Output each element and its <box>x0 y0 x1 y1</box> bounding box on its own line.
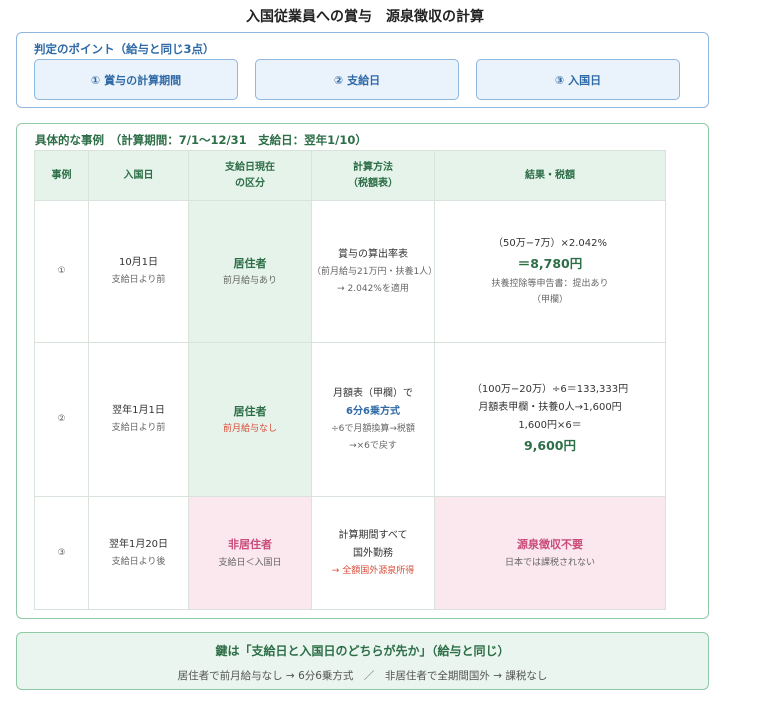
point-payment-date: ② 支給日 <box>255 59 459 100</box>
status-cell: 非居住者 支給日＜入国日 <box>188 496 312 610</box>
entry-date-note: 支給日より前 <box>111 423 166 434</box>
status-note: 前月給与なし <box>222 424 277 435</box>
method-sub1: （前月給与21万円・扶養1人） <box>312 267 438 278</box>
method-emphasis: 6分6乗方式 <box>346 406 400 418</box>
result-value: 源泉徴収不要 <box>517 538 583 551</box>
result-line1: （100万−20万）÷6＝133,333円 <box>471 384 629 396</box>
cases-table: 事例 入国日 支給日現在 の区分 計算方法 （税額表） 結果・税額 ① 10月1… <box>34 150 666 610</box>
status-label: 居住者 <box>233 256 267 270</box>
method-sub2: → 2.042%を適用 <box>337 283 409 294</box>
status-note: 支給日＜入国日 <box>218 557 282 568</box>
status-note: 前月給与あり <box>222 276 277 287</box>
table-row: ③ 翌年1月20日 支給日より後 非居住者 支給日＜入国日 計算期間すべて 国外… <box>34 496 666 610</box>
result-note: 日本では課税されない <box>504 557 595 568</box>
header-method-line2: （税額表） <box>348 177 398 189</box>
status-cell: 居住者 前月給与なし <box>188 342 312 497</box>
entry-date-cell: 10月1日 支給日より前 <box>88 200 189 343</box>
header-method: 計算方法 （税額表） <box>311 150 435 201</box>
entry-date-cell: 翌年1月20日 支給日より後 <box>88 496 189 610</box>
method-cell: 月額表（甲欄）で 6分6乗方式 ÷6で月額換算→税額 →×6で戻す <box>311 342 435 497</box>
result-line3: 1,600円×6＝ <box>518 420 582 432</box>
header-status-line1: 支給日現在 <box>225 161 275 173</box>
header-status-line2: の区分 <box>235 177 265 189</box>
table-row: ① 10月1日 支給日より前 居住者 前月給与あり 賞与の算出率表 （前月給与2… <box>34 200 666 343</box>
result-value: 9,600円 <box>523 438 577 454</box>
result-cell: （100万−20万）÷6＝133,333円 月額表甲欄・扶養0人→1,600円 … <box>434 342 666 497</box>
entry-date-cell: 翌年1月1日 支給日より前 <box>88 342 189 497</box>
key-summary-panel: 鍵は「支給日と入国日のどちらが先か」（給与と同じ） 居住者で前月給与なし → 6… <box>16 632 709 690</box>
entry-date: 10月1日 <box>118 257 159 269</box>
result-cell: 源泉徴収不要 日本では課税されない <box>434 496 666 610</box>
cases-heading: 具体的な事例 （計算期間：7/1〜12/31 支給日：翌年1/10） <box>35 133 367 147</box>
method-main: 計算期間すべて <box>338 529 408 541</box>
method-note: → 全額国外源泉所得 <box>331 565 415 576</box>
method-main2: 国外勤務 <box>353 547 393 559</box>
table-header-row: 事例 入国日 支給日現在 の区分 計算方法 （税額表） 結果・税額 <box>34 150 666 201</box>
result-line2: 月額表甲欄・扶養0人→1,600円 <box>478 402 622 414</box>
method-sub2: →×6で戻す <box>349 440 397 451</box>
table-row: ② 翌年1月1日 支給日より前 居住者 前月給与なし 月額表（甲欄）で 6分6乗… <box>34 342 666 497</box>
key-title: 鍵は「支給日と入国日のどちらが先か」（給与と同じ） <box>215 644 510 658</box>
header-status: 支給日現在 の区分 <box>188 150 312 201</box>
case-number: ② <box>34 342 89 497</box>
result-formula: （50万−7万）×2.042% <box>493 238 607 250</box>
judgment-points-panel: 判定のポイント（給与と同じ3点） ① 賞与の計算期間 ② 支給日 ③ 入国日 <box>16 32 709 108</box>
method-cell: 賞与の算出率表 （前月給与21万円・扶養1人） → 2.042%を適用 <box>311 200 438 343</box>
status-label: 非居住者 <box>228 538 272 551</box>
method-main: 賞与の算出率表 <box>338 249 408 261</box>
header-result: 結果・税額 <box>434 150 666 201</box>
entry-date: 翌年1月1日 <box>112 405 165 417</box>
status-cell: 居住者 前月給与あり <box>188 200 312 343</box>
header-case: 事例 <box>34 150 89 201</box>
cases-panel: 具体的な事例 （計算期間：7/1〜12/31 支給日：翌年1/10） 事例 入国… <box>16 123 709 619</box>
points-heading: 判定のポイント（給与と同じ3点） <box>34 42 215 56</box>
entry-date: 翌年1月20日 <box>108 538 169 550</box>
result-cell: （50万−7万）×2.042% ＝8,780円 扶養控除等申告書：提出あり （甲… <box>434 200 666 343</box>
header-entry-date: 入国日 <box>88 150 189 201</box>
result-value: ＝8,780円 <box>517 256 583 272</box>
case-number: ① <box>34 200 89 343</box>
page-title: 入国従業員への賞与 源泉徴収の計算 <box>246 9 484 25</box>
result-note2: （甲欄） <box>531 294 568 305</box>
key-subtitle: 居住者で前月給与なし → 6分6乗方式 ／ 非居住者で全期間国外 → 課税なし <box>177 670 548 682</box>
entry-date-note: 支給日より前 <box>111 275 166 286</box>
point-entry-date: ③ 入国日 <box>476 59 680 100</box>
point-calc-period: ① 賞与の計算期間 <box>34 59 238 100</box>
case-number: ③ <box>34 496 89 610</box>
method-cell: 計算期間すべて 国外勤務 → 全額国外源泉所得 <box>311 496 435 610</box>
result-note1: 扶養控除等申告書：提出あり <box>491 278 609 289</box>
entry-date-note: 支給日より後 <box>111 556 166 567</box>
method-main: 月額表（甲欄）で <box>333 388 413 400</box>
method-sub1: ÷6で月額換算→税額 <box>331 424 415 435</box>
status-label: 居住者 <box>233 404 267 418</box>
header-method-line1: 計算方法 <box>353 161 393 173</box>
